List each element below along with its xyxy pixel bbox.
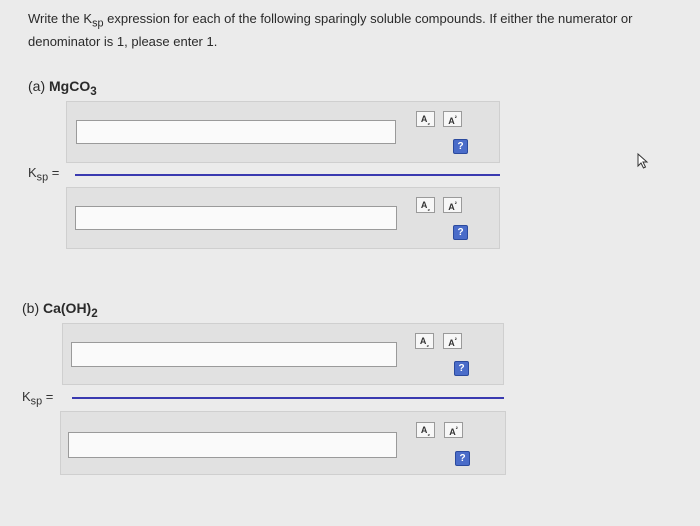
part-b-compound: Ca(OH)2 [43, 300, 98, 320]
part-b-denominator-input[interactable] [68, 432, 397, 458]
subscript-button[interactable]: A₂ [416, 422, 435, 438]
superscript-button[interactable]: A² [443, 197, 462, 213]
part-a-fraction-bar [75, 174, 500, 176]
part-a-compound: MgCO3 [49, 78, 97, 98]
help-icon[interactable]: ? [455, 451, 470, 466]
instructions: Write the Ksp expression for each of the… [28, 10, 688, 50]
part-b-numerator-input[interactable] [71, 342, 397, 367]
part-a-numerator-panel: A₂ A² ? [66, 101, 500, 163]
instructions-sub: sp [92, 17, 104, 30]
instructions-pre: Write the K [28, 11, 93, 26]
help-icon[interactable]: ? [453, 139, 468, 154]
part-a-denominator-panel: A₂ A² ? [66, 187, 500, 249]
part-b-denominator-panel: A₂ A² ? [60, 411, 506, 475]
part-b-label: (b) Ca(OH)2 [22, 300, 98, 320]
instructions-post: expression for each of the following spa… [28, 11, 633, 49]
part-b-fraction-bar [72, 397, 504, 399]
part-a-denominator-input[interactable] [75, 206, 397, 230]
superscript-button[interactable]: A² [443, 333, 462, 349]
help-icon[interactable]: ? [453, 225, 468, 240]
superscript-button[interactable]: A² [444, 422, 463, 438]
part-a-numerator-input[interactable] [76, 120, 396, 144]
part-b-ksp-label: Ksp = [22, 389, 54, 408]
part-a-ksp-label: Ksp = [28, 165, 60, 184]
part-a-prefix: (a) [28, 78, 49, 94]
subscript-button[interactable]: A₂ [416, 197, 435, 213]
superscript-button[interactable]: A² [443, 111, 462, 127]
part-a-label: (a) MgCO3 [28, 78, 97, 98]
subscript-button[interactable]: A₂ [416, 111, 435, 127]
mouse-pointer-icon [637, 152, 649, 169]
part-b-prefix: (b) [22, 300, 43, 316]
help-icon[interactable]: ? [454, 361, 469, 376]
subscript-button[interactable]: A₂ [415, 333, 434, 349]
part-b-numerator-panel: A₂ A² ? [62, 323, 504, 385]
